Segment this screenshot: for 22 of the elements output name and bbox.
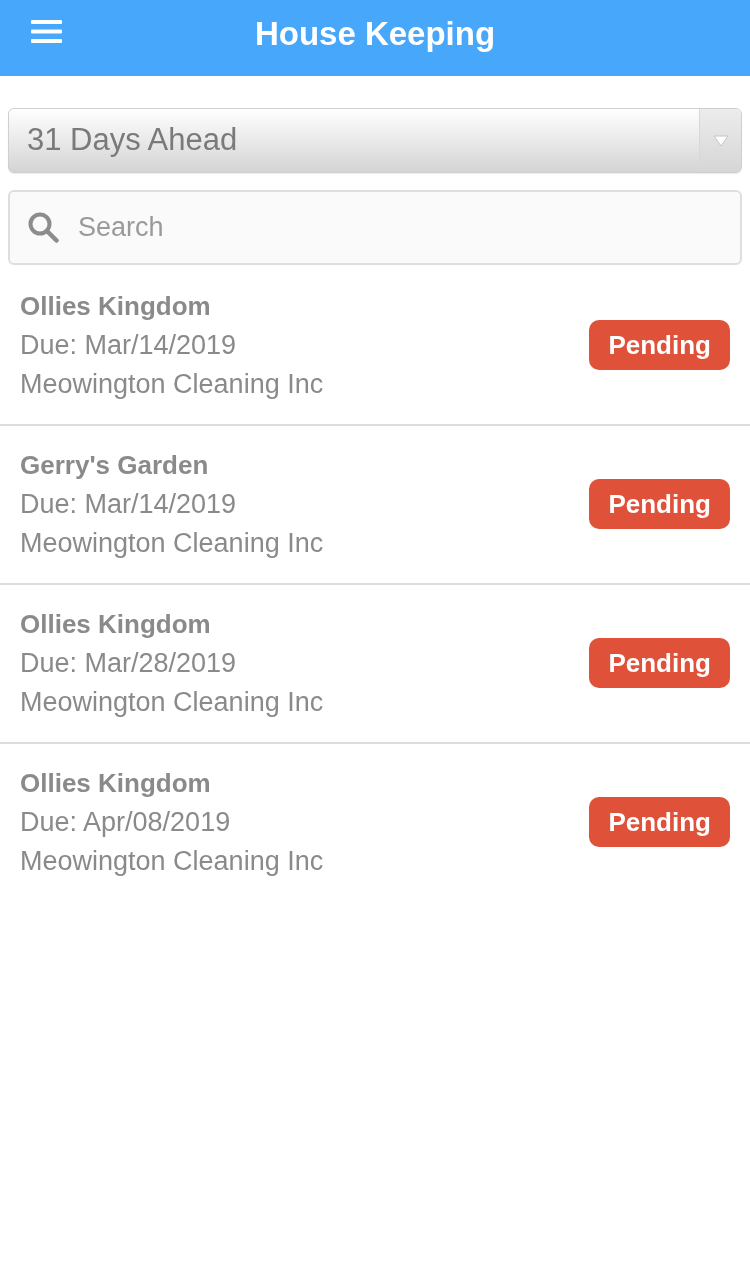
company-name: Meowington Cleaning Inc: [20, 845, 324, 878]
due-date: Due: Apr/08/2019: [20, 806, 232, 839]
company-name: Meowington Cleaning Inc: [20, 686, 324, 719]
menu-icon[interactable]: [31, 20, 62, 43]
task-title: Gerry's Garden: [20, 449, 210, 482]
company-name: Meowington Cleaning Inc: [20, 368, 324, 401]
period-dropdown[interactable]: 31 Days Ahead: [8, 108, 742, 173]
status-badge: Pending: [589, 796, 730, 847]
company-name: Meowington Cleaning Inc: [20, 527, 324, 560]
task-title: Ollies Kingdom: [20, 290, 212, 323]
caret-icon: [712, 134, 729, 147]
status-badge: Pending: [589, 637, 730, 688]
task-title: Ollies Kingdom: [20, 608, 212, 641]
due-date: Due: Mar/14/2019: [20, 488, 238, 521]
due-date: Due: Mar/28/2019: [20, 647, 238, 680]
search-field[interactable]: Search: [8, 190, 742, 265]
due-date: Due: Mar/14/2019: [20, 329, 238, 362]
search-icon: [28, 212, 59, 243]
page-title: House Keeping: [254, 16, 496, 50]
status-badge: Pending: [589, 478, 730, 529]
status-badge: Pending: [589, 319, 730, 370]
task-title: Ollies Kingdom: [20, 767, 212, 800]
